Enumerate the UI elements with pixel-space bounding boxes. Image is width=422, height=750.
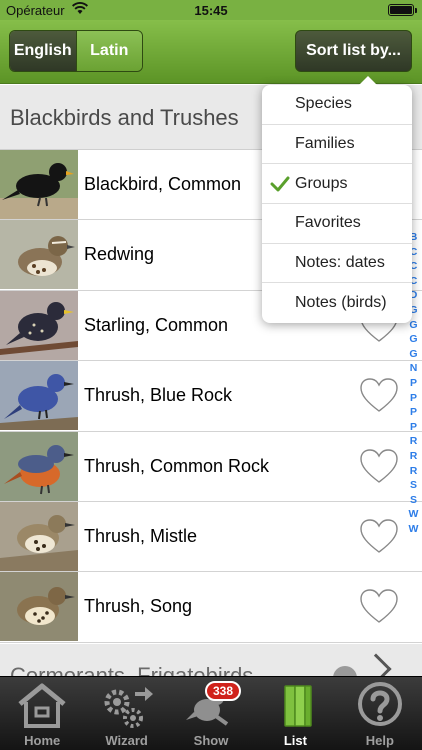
- sort-option-groups[interactable]: Groups: [262, 164, 412, 205]
- bird-name: Blackbird, Common: [84, 174, 242, 194]
- battery-icon: [388, 4, 417, 16]
- sort-option-label: Species: [295, 95, 352, 113]
- bird-photo: [0, 150, 78, 219]
- favorite-heart-icon[interactable]: [359, 376, 399, 416]
- sort-option-label: Notes: dates: [295, 254, 385, 272]
- index-letter[interactable]: N: [405, 361, 422, 376]
- status-bar: Opérateur 15:45: [0, 0, 422, 20]
- bird-photo: [0, 501, 78, 571]
- sort-option-families[interactable]: Families: [262, 125, 412, 165]
- bird-photo: [0, 361, 78, 431]
- sort-option-favorites[interactable]: Favorites: [262, 204, 412, 244]
- index-letter[interactable]: P: [405, 420, 422, 435]
- books-icon: [284, 685, 313, 727]
- sort-option-notes-dates[interactable]: Notes: dates: [262, 244, 412, 284]
- tab-label: Help: [365, 733, 394, 748]
- house-icon: [18, 683, 66, 728]
- sort-option-label: Favorites: [295, 214, 361, 232]
- question-icon: [357, 682, 402, 726]
- index-letter[interactable]: S: [405, 478, 422, 493]
- tab-label: Wizard: [105, 733, 148, 748]
- bird-row[interactable]: Thrush, Song: [0, 572, 422, 643]
- next-section-header[interactable]: Cormorants, Frigatebirds: [0, 644, 422, 680]
- index-letter[interactable]: W: [405, 522, 422, 537]
- checkmark-icon: [270, 176, 290, 192]
- bird-name: Starling, Common: [84, 314, 229, 335]
- index-letter[interactable]: P: [405, 391, 422, 406]
- sort-option-label: Families: [295, 135, 355, 153]
- bird-name: Thrush, Mistle: [84, 525, 198, 546]
- index-letter[interactable]: P: [405, 405, 422, 420]
- nav-bar: English Latin Sort list by...: [0, 20, 422, 84]
- favorite-heart-icon[interactable]: [359, 587, 399, 627]
- tab-help[interactable]: Help: [338, 677, 422, 750]
- bird-name: Thrush, Song: [84, 596, 193, 617]
- language-segmented-control: English Latin: [9, 30, 143, 72]
- tab-home[interactable]: Home: [0, 677, 84, 750]
- index-letter[interactable]: R: [405, 434, 422, 449]
- tab-label: List: [283, 733, 307, 748]
- bird-row[interactable]: Thrush, Common Rock: [0, 431, 422, 502]
- tab-wizard[interactable]: Wizard: [84, 677, 168, 750]
- index-letter[interactable]: P: [405, 376, 422, 391]
- bird-photo: [0, 290, 78, 360]
- bird-photo: [0, 572, 78, 642]
- clock: 15:45: [194, 3, 228, 18]
- bird-photo: [0, 431, 78, 501]
- bird-name: Redwing: [84, 244, 155, 265]
- bird-photo: [0, 220, 78, 290]
- sort-list-button[interactable]: Sort list by...: [295, 30, 412, 72]
- index-letter[interactable]: R: [405, 449, 422, 464]
- show-count-badge: 338: [205, 681, 242, 701]
- tab-list[interactable]: List: [253, 677, 337, 750]
- sort-option-notes-birds[interactable]: Notes (birds): [262, 283, 412, 323]
- sort-option-label: Notes (birds): [295, 294, 387, 312]
- tab-label: Home: [24, 733, 61, 748]
- favorite-heart-icon[interactable]: [359, 517, 399, 557]
- favorite-heart-icon[interactable]: [359, 447, 399, 487]
- index-letter[interactable]: G: [405, 347, 422, 362]
- sort-menu: Species Families Groups Favorites Notes:…: [262, 76, 412, 323]
- tab-show[interactable]: 338 Show: [169, 677, 253, 750]
- sort-option-species[interactable]: Species: [262, 85, 412, 125]
- segment-latin[interactable]: Latin: [75, 31, 142, 71]
- tab-bar: Home Wizard 338 Show List Help: [0, 676, 422, 750]
- tab-label: Show: [193, 733, 229, 748]
- gears-icon: [104, 687, 153, 728]
- section-title: Blackbirds and Trushes: [10, 105, 239, 130]
- index-letter[interactable]: W: [405, 507, 422, 522]
- index-letter[interactable]: S: [405, 493, 422, 508]
- index-letter[interactable]: R: [405, 464, 422, 479]
- index-letter[interactable]: G: [405, 332, 422, 347]
- bird-name: Thrush, Common Rock: [84, 455, 270, 476]
- bird-name: Thrush, Blue Rock: [84, 385, 233, 406]
- bird-row[interactable]: Thrush, Mistle: [0, 501, 422, 573]
- segment-english[interactable]: English: [10, 31, 76, 71]
- bird-row[interactable]: Thrush, Blue Rock: [0, 361, 422, 432]
- sort-option-label: Groups: [295, 174, 348, 192]
